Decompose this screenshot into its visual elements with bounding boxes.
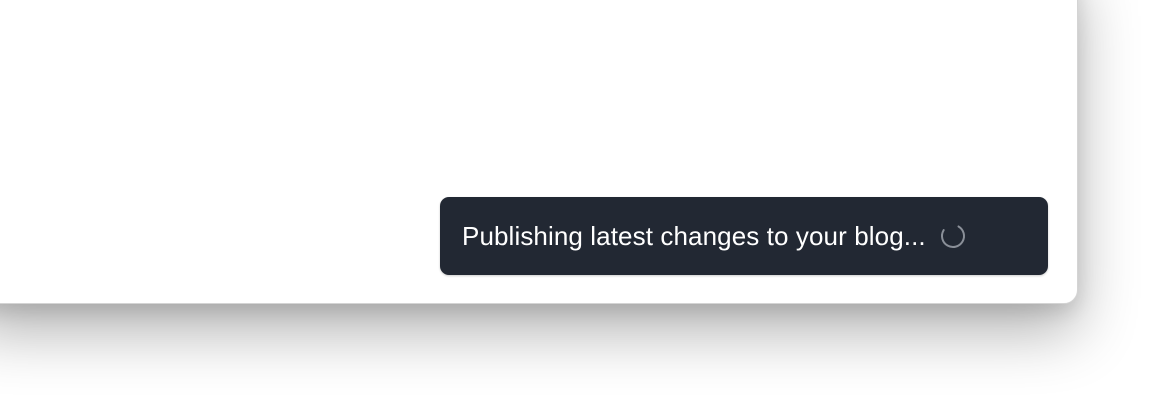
screen: Publishing latest changes to your blog..… <box>0 0 1162 408</box>
toast-message: Publishing latest changes to your blog..… <box>462 220 926 251</box>
loading-spinner-icon <box>940 223 966 249</box>
publishing-toast: Publishing latest changes to your blog..… <box>440 197 1048 275</box>
